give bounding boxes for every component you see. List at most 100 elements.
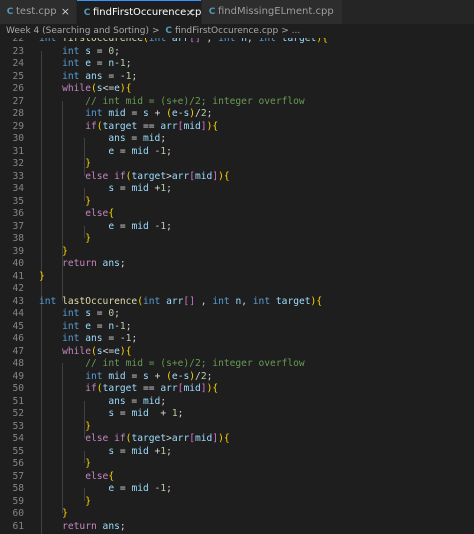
code-text[interactable]: int ans = -1;: [39, 333, 137, 346]
code-text[interactable]: }: [39, 158, 91, 171]
code-line[interactable]: 32 }: [0, 158, 474, 171]
code-line[interactable]: 60 }: [0, 508, 474, 521]
code-line[interactable]: 34 s = mid +1;: [0, 183, 474, 196]
code-text[interactable]: // int mid = (s+e)/2; integer overflow: [39, 358, 305, 371]
breadcrumb-file[interactable]: findFirstOccurence.cpp: [175, 26, 278, 36]
code-line[interactable]: 30 ans = mid;: [0, 133, 474, 146]
tab-findfirstoccurence-cpp[interactable]: CfindFirstOccurence.cpp ×: [77, 0, 201, 24]
code-line[interactable]: 22 int firstOccurence(int arr[] , int n, …: [0, 38, 474, 46]
code-line[interactable]: 36 else{: [0, 208, 474, 221]
code-text[interactable]: }: [39, 196, 91, 209]
code-text[interactable]: }: [39, 233, 91, 246]
code-text[interactable]: s = mid +1;: [39, 446, 172, 459]
code-text[interactable]: int mid = s + (e-s)/2;: [39, 371, 212, 384]
code-text[interactable]: else if(target>arr[mid]){: [39, 171, 229, 184]
code-line[interactable]: 49 int mid = s + (e-s)/2;: [0, 371, 474, 384]
code-line[interactable]: 53 }: [0, 421, 474, 434]
code-text[interactable]: int s = 0;: [39, 308, 120, 321]
code-line[interactable]: 45 int e = n-1;: [0, 321, 474, 334]
cpp-file-icon: C: [83, 8, 91, 18]
code-line[interactable]: 48 // int mid = (s+e)/2; integer overflo…: [0, 358, 474, 371]
close-icon[interactable]: ×: [61, 0, 70, 24]
code-line[interactable]: 40 return ans;: [0, 258, 474, 271]
code-line[interactable]: 50 if(target == arr[mid]){: [0, 383, 474, 396]
code-text[interactable]: int ans = -1;: [39, 71, 137, 84]
code-text[interactable]: int lastOccurence(int arr[] , int n, int…: [39, 296, 322, 309]
code-text[interactable]: }: [39, 458, 91, 471]
code-text[interactable]: }: [39, 508, 68, 521]
code-line[interactable]: 39 }: [0, 246, 474, 259]
code-text[interactable]: }: [39, 271, 45, 284]
code-text[interactable]: }: [39, 421, 91, 434]
code-text[interactable]: }: [39, 496, 91, 509]
code-line[interactable]: 43 int lastOccurence(int arr[] , int n, i…: [0, 296, 474, 309]
code-line[interactable]: 28 int mid = s + (e-s)/2;: [0, 108, 474, 121]
code-text[interactable]: // int mid = (s+e)/2; integer overflow: [39, 96, 305, 109]
code-line[interactable]: 25 int ans = -1;: [0, 71, 474, 84]
code-line[interactable]: 52 s = mid + 1;: [0, 408, 474, 421]
code-text[interactable]: else{: [39, 471, 114, 484]
code-line[interactable]: 55 s = mid +1;: [0, 446, 474, 459]
code-text[interactable]: int firstOccurence(int arr[] , int n, in…: [39, 38, 328, 46]
line-number: 48: [12, 358, 24, 369]
code-line[interactable]: 23 int s = 0;: [0, 46, 474, 59]
code-line[interactable]: 29 if(target == arr[mid]){: [0, 121, 474, 134]
close-icon[interactable]: ×: [186, 1, 195, 24]
code-text[interactable]: else if(target>arr[mid]){: [39, 433, 229, 446]
code-line[interactable]: 46 int ans = -1;: [0, 333, 474, 346]
code-line[interactable]: 27 // int mid = (s+e)/2; integer overflo…: [0, 96, 474, 109]
code-text[interactable]: ans = mid;: [39, 396, 166, 409]
code-text[interactable]: ans = mid;: [39, 133, 166, 146]
breadcrumb-folder[interactable]: Week 4 (Searching and Sorting): [6, 26, 149, 36]
code-text[interactable]: int e = n-1;: [39, 321, 131, 334]
code-text[interactable]: e = mid -1;: [39, 483, 172, 496]
code-line[interactable]: 51 ans = mid;: [0, 396, 474, 409]
code-text[interactable]: if(target == arr[mid]){: [39, 383, 218, 396]
line-number: 51: [12, 395, 24, 407]
code-line[interactable]: 41}: [0, 271, 474, 284]
code-text[interactable]: return ans;: [39, 258, 126, 271]
code-text[interactable]: int mid = s + (e-s)/2;: [39, 108, 212, 121]
code-text[interactable]: while(s<=e){: [39, 346, 131, 359]
code-line[interactable]: 44 int s = 0;: [0, 308, 474, 321]
cpp-file-icon: C: [208, 7, 216, 17]
code-text[interactable]: e = mid -1;: [39, 146, 172, 159]
code-line[interactable]: 37 e = mid -1;: [0, 221, 474, 234]
code-line[interactable]: 42: [0, 283, 474, 296]
line-number: 25: [12, 70, 24, 82]
code-line[interactable]: 58 e = mid -1;: [0, 483, 474, 496]
code-text[interactable]: return ans;: [39, 521, 126, 534]
line-number: 54: [12, 433, 24, 444]
line-number: 37: [12, 220, 24, 232]
code-text[interactable]: s = mid +1;: [39, 183, 172, 196]
code-line[interactable]: 56 }: [0, 458, 474, 471]
tab-findmissingelment-cpp[interactable]: CfindMissingELment.cpp: [202, 0, 342, 24]
code-line[interactable]: 35 }: [0, 196, 474, 209]
code-line[interactable]: 61 return ans;: [0, 521, 474, 534]
line-number: 33: [12, 170, 24, 182]
code-line[interactable]: 26 while(s<=e){: [0, 83, 474, 96]
code-text[interactable]: if(target == arr[mid]){: [39, 121, 218, 134]
code-text[interactable]: s = mid + 1;: [39, 408, 183, 421]
code-line[interactable]: 33 else if(target>arr[mid]){: [0, 171, 474, 184]
code-text[interactable]: while(s<=e){: [39, 83, 131, 96]
line-number: 41: [12, 270, 24, 282]
code-line[interactable]: 31 e = mid -1;: [0, 146, 474, 159]
code-editor[interactable]: 22 int firstOccurence(int arr[] , int n, …: [0, 38, 474, 534]
code-text[interactable]: }: [39, 246, 68, 259]
line-number: 28: [12, 108, 24, 119]
code-line[interactable]: 57 else{: [0, 471, 474, 484]
code-text[interactable]: int s = 0;: [39, 46, 120, 59]
code-text[interactable]: else{: [39, 208, 114, 221]
code-line[interactable]: 24 int e = n-1;: [0, 58, 474, 71]
line-number: 49: [12, 370, 24, 382]
code-line[interactable]: 47 while(s<=e){: [0, 346, 474, 359]
line-number: 23: [12, 45, 24, 57]
code-text[interactable]: e = mid -1;: [39, 221, 172, 234]
breadcrumb-symbol[interactable]: > ...: [281, 26, 300, 36]
code-line[interactable]: 54 else if(target>arr[mid]){: [0, 433, 474, 446]
code-line[interactable]: 38 }: [0, 233, 474, 246]
tab-test-cpp[interactable]: Ctest.cpp ×: [0, 0, 76, 24]
code-line[interactable]: 59 }: [0, 496, 474, 509]
code-text[interactable]: int e = n-1;: [39, 58, 131, 71]
